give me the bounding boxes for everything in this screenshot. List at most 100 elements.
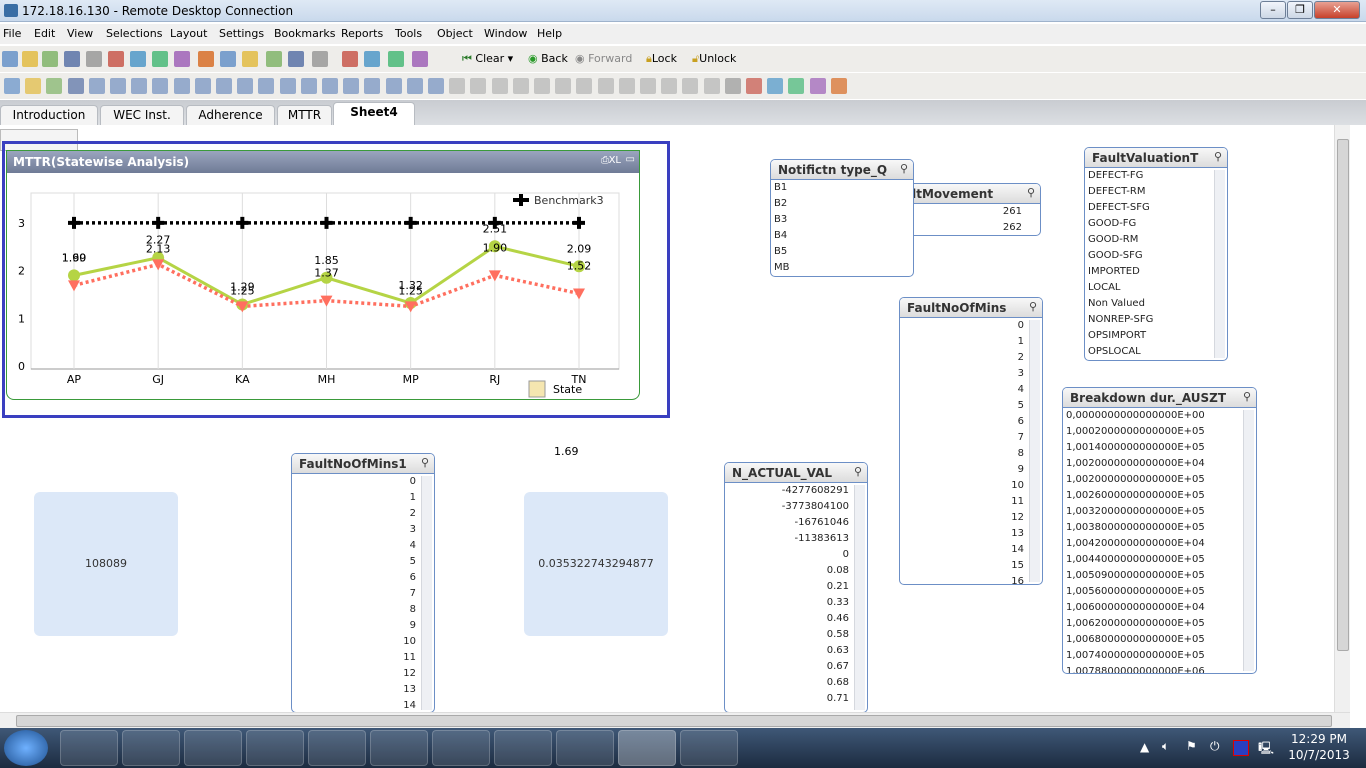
listbox-item[interactable]: 13 <box>292 682 420 698</box>
maximize-icon[interactable]: ▭ <box>626 154 635 165</box>
tray-app-icon[interactable] <box>1233 740 1249 756</box>
listbox-item[interactable]: 1 <box>292 490 420 506</box>
taskbar-database-icon[interactable] <box>122 730 180 766</box>
listbox-item[interactable]: 0 <box>900 318 1028 334</box>
listbox-item[interactable]: 6 <box>292 570 420 586</box>
design-toolbar-icon[interactable] <box>449 78 466 94</box>
toolbar-icon[interactable] <box>42 51 58 67</box>
listbox-item[interactable]: 1,0038000000000000E+05 <box>1063 520 1240 536</box>
xl-export-button[interactable]: XL <box>609 155 621 166</box>
listbox-item[interactable]: 6 <box>900 414 1028 430</box>
listbox-scrollbar[interactable] <box>1243 410 1254 671</box>
listbox-faultnoofmins1[interactable]: FaultNoOfMins1 ⚲ 0 1 2 3 4 5 6 7 8 9 10 11 12 13 14 <box>291 453 435 713</box>
design-toolbar-icon[interactable] <box>4 78 20 94</box>
clear-button[interactable]: ⏮ Clear ▾ <box>462 52 513 66</box>
design-toolbar-icon[interactable] <box>322 78 338 94</box>
listbox-item[interactable]: 1,0042000000000000E+04 <box>1063 536 1240 552</box>
clock-date[interactable]: 10/7/2013 <box>1284 748 1354 762</box>
taskbar-qlikview-icon[interactable] <box>308 730 366 766</box>
toolbar-icon[interactable] <box>152 51 168 67</box>
design-toolbar-icon[interactable] <box>279 78 296 94</box>
close-button[interactable]: ✕ <box>1314 1 1360 19</box>
design-toolbar-icon[interactable] <box>237 78 254 94</box>
design-toolbar-icon[interactable] <box>110 78 126 94</box>
listbox-item[interactable]: 0 <box>725 547 853 563</box>
show-hidden-icons[interactable]: ▲ <box>1140 740 1149 754</box>
taskbar-vlc-icon[interactable] <box>60 730 118 766</box>
search-icon[interactable]: ⚲ <box>421 456 429 469</box>
design-toolbar-icon[interactable] <box>67 78 84 94</box>
listbox-notifictn-type[interactable]: Notifictn type_Q ⚲ B1 B2 B3 B4 B5 MB <box>770 159 914 277</box>
back-button[interactable]: ◉ Back <box>528 52 568 65</box>
listbox-item[interactable]: 1,0014000000000000E+05 <box>1063 440 1240 456</box>
listbox-breakdown-dur[interactable]: Breakdown dur._AUSZT ⚲ 0,0000000000000000E… <box>1062 387 1257 674</box>
listbox-item[interactable]: 0.21 <box>725 579 853 595</box>
listbox-item[interactable]: 16 <box>900 574 1028 584</box>
listbox-item[interactable]: 1,0056000000000000E+05 <box>1063 584 1240 600</box>
toolbar-icon[interactable] <box>130 51 146 67</box>
taskbar-media-player-icon[interactable] <box>184 730 242 766</box>
listbox-item[interactable]: 8 <box>292 602 420 618</box>
listbox-item[interactable]: 7 <box>292 586 420 602</box>
listbox-item[interactable]: 12 <box>900 510 1028 526</box>
toolbar-icon[interactable] <box>22 51 38 67</box>
toolbar-icon[interactable] <box>108 51 124 67</box>
toolbar-icon[interactable] <box>364 51 380 67</box>
search-icon[interactable]: ⚲ <box>1243 390 1251 403</box>
design-toolbar-icon[interactable] <box>809 78 826 94</box>
taskbar-app-icon[interactable] <box>370 730 428 766</box>
listbox-item[interactable]: 2 <box>900 350 1028 366</box>
listbox-item[interactable]: 14 <box>900 542 1028 558</box>
listbox-faultnoofmins[interactable]: FaultNoOfMins ⚲ 0 1 2 3 4 5 6 7 8 9 10 11 12 13 14 15 16 <box>899 297 1043 585</box>
lock-button[interactable]: 🔒︎Lock <box>646 52 677 66</box>
listbox-item[interactable]: IMPORTED <box>1085 264 1211 280</box>
listbox-item[interactable]: 1,0074000000000000E+05 <box>1063 648 1240 664</box>
menu-view[interactable]: View <box>67 27 93 40</box>
clock-time[interactable]: 12:29 PM <box>1284 732 1354 746</box>
design-toolbar-icon[interactable] <box>555 78 572 94</box>
listbox-title[interactable]: N_ACTUAL_VAL ⚲ <box>725 463 867 483</box>
toolbar-icon[interactable] <box>312 51 328 67</box>
tab-sheet4[interactable]: Sheet4 <box>333 102 415 125</box>
kpi-box-left[interactable]: 108089 <box>34 492 178 636</box>
mttr-chart[interactable]: MTTR(Statewise Analysis) ⎙ XL ▭ AP GJ KA MH… <box>6 150 640 400</box>
listbox-item[interactable]: 0.46 <box>725 611 853 627</box>
design-toolbar-icon[interactable] <box>512 78 529 94</box>
taskbar-explorer-icon[interactable] <box>432 730 490 766</box>
design-toolbar-icon[interactable] <box>88 78 105 94</box>
menu-selections[interactable]: Selections <box>106 27 162 40</box>
search-icon[interactable]: ⚲ <box>1029 300 1037 313</box>
design-toolbar-icon[interactable] <box>767 78 784 94</box>
listbox-item[interactable]: -3773804100 <box>725 499 853 515</box>
listbox-title[interactable]: Notifictn type_Q ⚲ <box>771 160 913 180</box>
listbox-item[interactable]: 11 <box>292 650 420 666</box>
listbox-item[interactable]: 0.63 <box>725 643 853 659</box>
listbox-item[interactable]: 1,0068000000000000E+05 <box>1063 632 1240 648</box>
menu-layout[interactable]: Layout <box>170 27 207 40</box>
tab-adherence[interactable]: Adherence <box>186 105 275 125</box>
listbox-item[interactable]: 1,0050900000000000E+05 <box>1063 568 1240 584</box>
design-toolbar-icon[interactable] <box>724 78 741 94</box>
listbox-item[interactable]: 10 <box>900 478 1028 494</box>
listbox-item[interactable]: 11 <box>900 494 1028 510</box>
listbox-item[interactable]: 4 <box>292 538 420 554</box>
menu-file[interactable]: File <box>3 27 21 40</box>
search-icon[interactable]: ⚲ <box>900 162 908 175</box>
listbox-item[interactable]: 1,0062000000000000E+05 <box>1063 616 1240 632</box>
minimize-button[interactable]: – <box>1260 1 1286 19</box>
listbox-item[interactable]: 1,0078800000000000E+06 <box>1063 664 1240 673</box>
listbox-item[interactable]: 0.67 <box>725 659 853 675</box>
listbox-item[interactable]: 0.68 <box>725 675 853 691</box>
taskbar-acrobat-icon[interactable] <box>556 730 614 766</box>
design-toolbar-icon[interactable] <box>576 78 593 94</box>
design-toolbar-icon[interactable] <box>428 78 444 94</box>
menu-reports[interactable]: Reports <box>341 27 383 40</box>
design-toolbar-icon[interactable] <box>25 78 42 94</box>
listbox-item[interactable]: -16761046 <box>725 515 853 531</box>
listbox-item[interactable]: 1,0044000000000000E+05 <box>1063 552 1240 568</box>
listbox-title[interactable]: FaultNoOfMins1 ⚲ <box>292 454 434 474</box>
design-toolbar-icon[interactable] <box>300 78 317 94</box>
listbox-item[interactable]: 5 <box>292 554 420 570</box>
listbox-item[interactable]: 4 <box>900 382 1028 398</box>
power-icon[interactable]: ⏻ <box>1210 739 1220 754</box>
